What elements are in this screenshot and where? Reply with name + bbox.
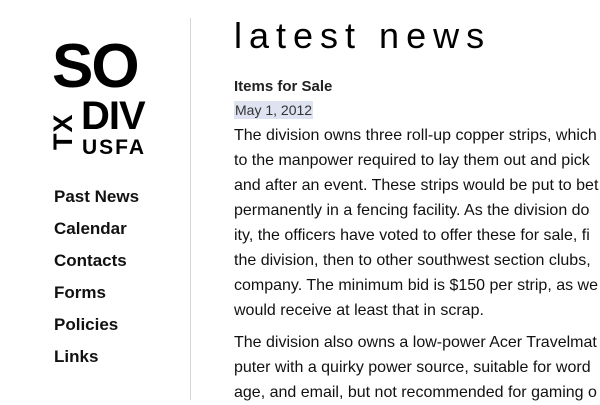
nav-item-past-news: Past News: [54, 186, 139, 218]
nav-link-policies[interactable]: Policies: [54, 315, 118, 334]
article-title: Items for Sale: [234, 78, 333, 95]
nav-item-policies: Policies: [54, 314, 139, 346]
paragraph-line: the division, then to other southwest se…: [234, 252, 591, 269]
nav-item-forms: Forms: [54, 282, 139, 314]
paragraph-line: to the manpower required to lay them out…: [234, 152, 590, 169]
logo-tx-text: TX: [48, 113, 78, 150]
paragraph-line: permanently in a fencing facility. As th…: [234, 202, 590, 219]
nav-item-calendar: Calendar: [54, 218, 139, 250]
paragraph-line: ity, the officers have voted to offer th…: [234, 227, 590, 244]
article-paragraph-1: The division owns three roll-up copper s…: [234, 123, 600, 323]
nav-item-contacts: Contacts: [54, 250, 139, 282]
paragraph-line: age, and email, but not recommended for …: [234, 384, 597, 401]
nav-link-contacts[interactable]: Contacts: [54, 251, 127, 270]
page-title: latest news: [234, 15, 492, 56]
logo-usfa-text: USFA: [82, 136, 147, 159]
logo-so-text: SO: [52, 32, 140, 101]
nav-link-past-news[interactable]: Past News: [54, 187, 139, 206]
nav-item-links: Links: [54, 346, 139, 378]
sidebar-divider: [190, 18, 191, 400]
so-tx-div-usfa-logo[interactable]: SO TX DIV USFA: [48, 32, 164, 164]
paragraph-line: The division owns three roll-up copper s…: [234, 127, 597, 144]
main-content: latest news Items for Sale May 1, 2012 T…: [234, 0, 600, 401]
nav-link-calendar[interactable]: Calendar: [54, 219, 127, 238]
paragraph-line: The division also owns a low-power Acer …: [234, 334, 597, 351]
article-paragraph-2: The division also owns a low-power Acer …: [234, 330, 600, 405]
sidebar: SO TX DIV USFA Past News Calendar Contac…: [0, 0, 190, 400]
paragraph-line: and after an event. These strips would b…: [234, 177, 599, 194]
article-date: May 1, 2012: [234, 101, 314, 119]
nav-link-forms[interactable]: Forms: [54, 283, 106, 302]
paragraph-line: would receive at least that in scrap.: [234, 302, 484, 319]
nav-link-links[interactable]: Links: [54, 347, 98, 366]
paragraph-line: company. The minimum bid is $150 per str…: [234, 277, 599, 294]
logo-div-text: DIV: [81, 94, 146, 138]
sidebar-nav: Past News Calendar Contacts Forms Polici…: [54, 186, 139, 378]
paragraph-line: puter with a quirky power source, suitab…: [234, 359, 591, 376]
